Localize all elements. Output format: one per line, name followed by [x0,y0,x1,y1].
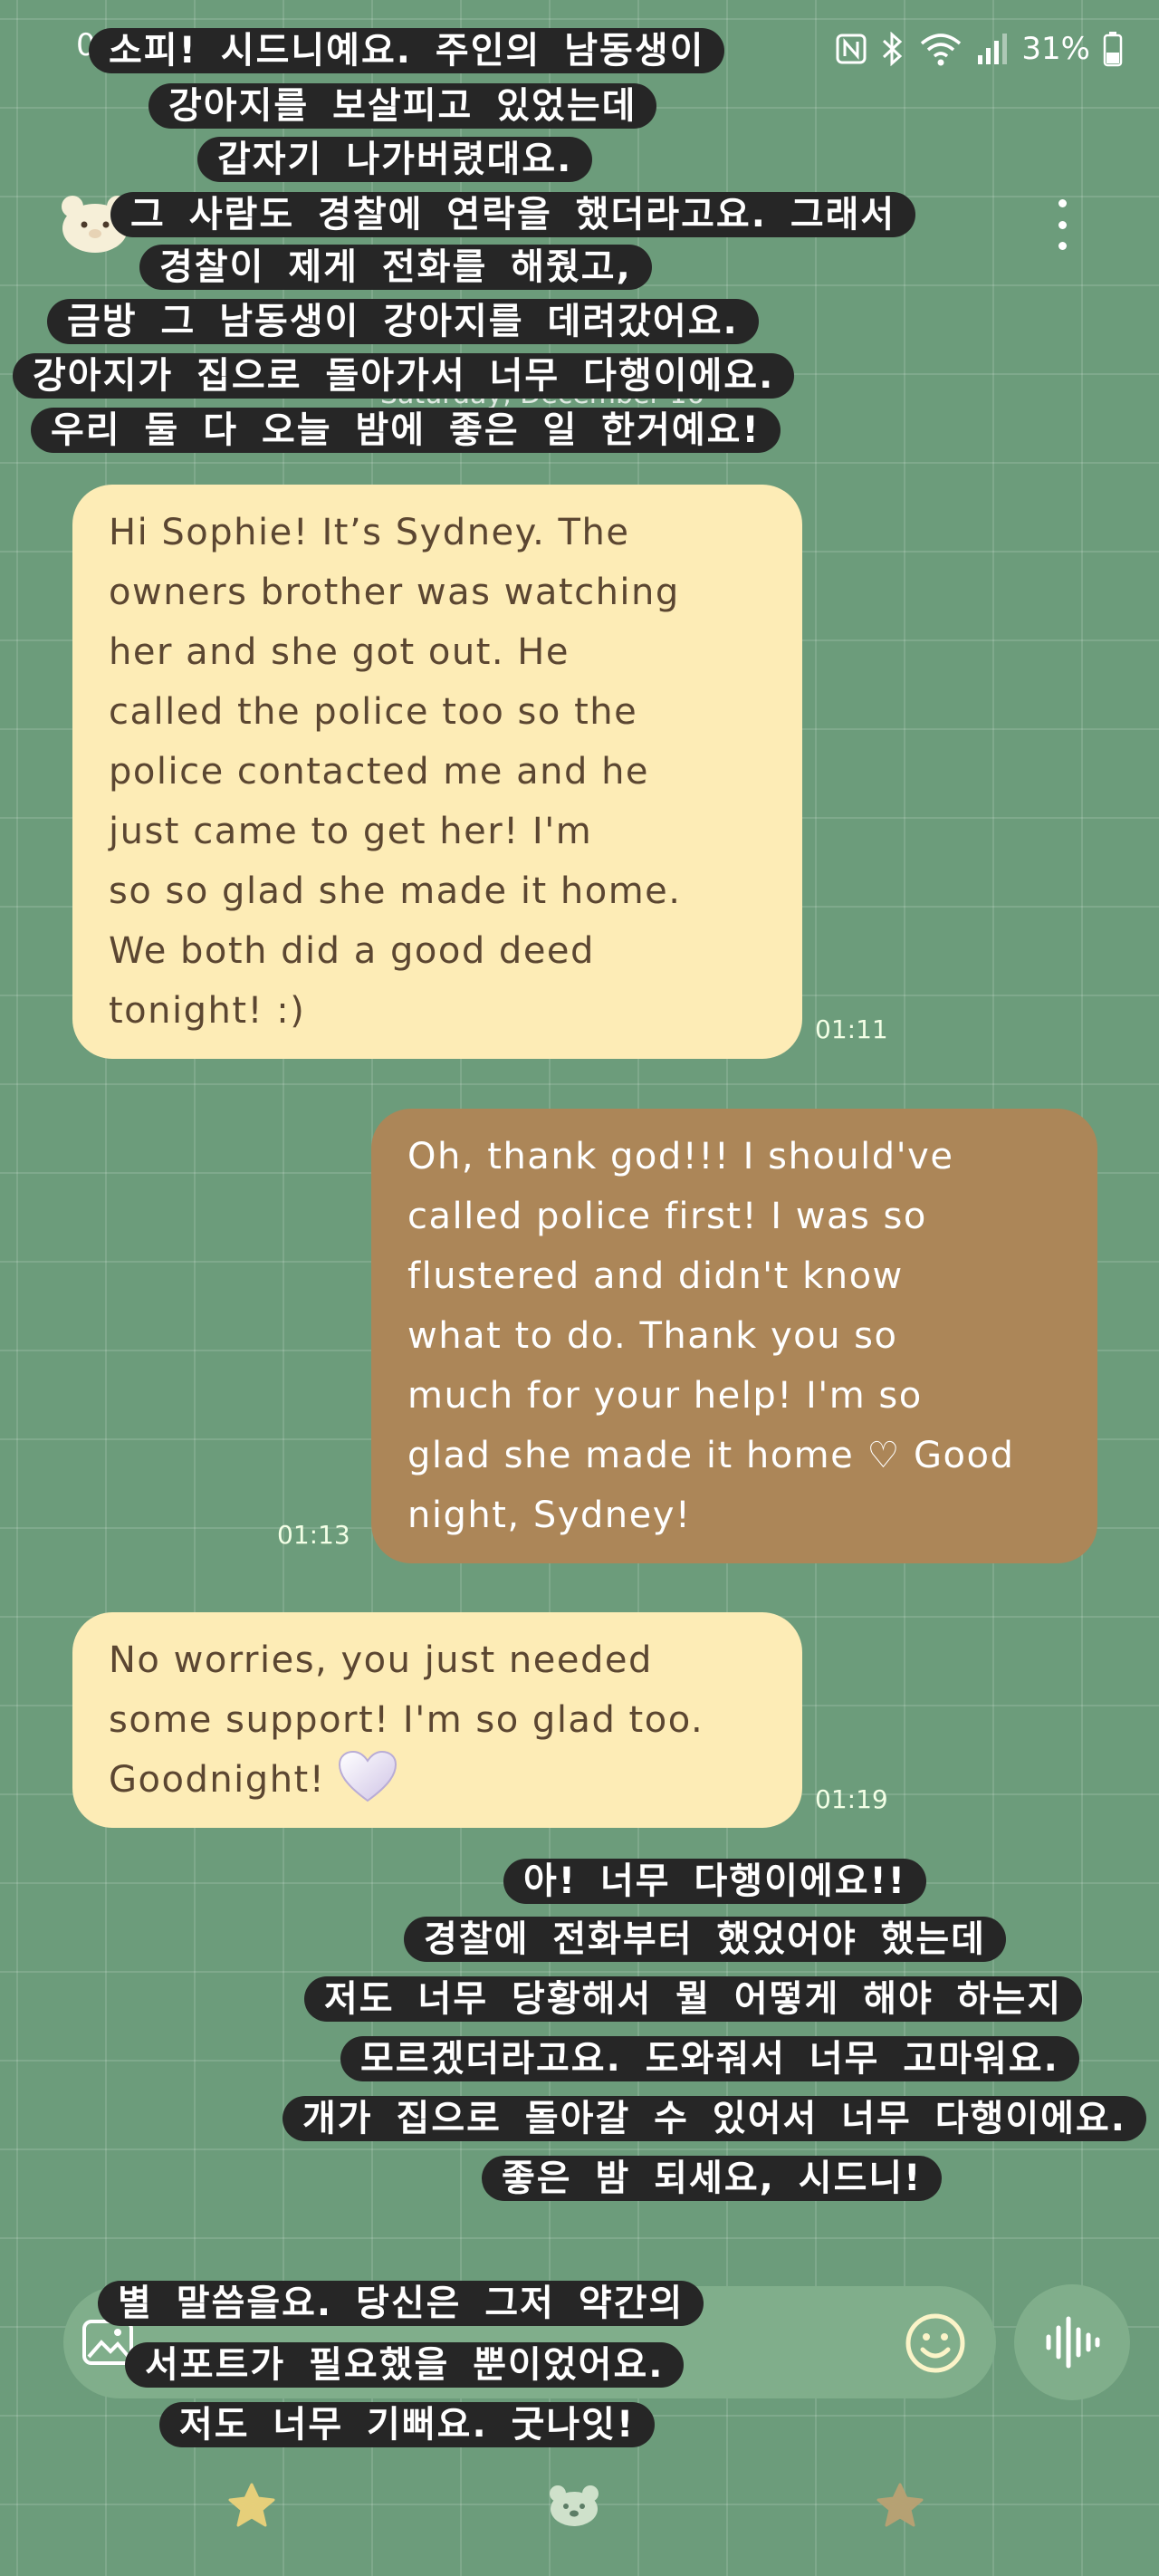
translation-line: 강아지를 보살피고 있었는데 [148,83,657,129]
translation-line: 개가 집으로 돌아갈 수 있어서 너무 다행이에요. [283,2096,1146,2141]
translation-line: 우리 둘 다 오늘 밤에 좋은 일 한거예요! [31,408,781,453]
battery-percent: 31% [1021,31,1090,67]
bluetooth-icon [883,32,903,66]
translation-line: 경찰이 제게 전화를 해줬고, [139,245,652,290]
nfc-icon [836,34,867,64]
translation-line: 금방 그 남동생이 강아지를 데려갔어요. [47,299,759,344]
white-heart-icon [339,1750,398,1802]
voice-wave-icon[interactable] [1014,2284,1130,2400]
battery-icon [1103,32,1123,67]
translation-line: 모르겠더라고요. 도와줘서 너무 고마워요. [340,2036,1079,2081]
message-time: 01:11 [815,1014,888,1044]
bear-icon[interactable] [547,2484,601,2531]
more-vertical-icon[interactable] [1056,199,1068,250]
star-icon[interactable] [875,2482,925,2533]
translation-line: 소피! 시드니예요. 주인의 남동생이 [89,28,725,73]
message-outgoing[interactable]: Oh, thank god!!! I should've called poli… [371,1109,1097,1563]
translation-line: 그 사람도 경찰에 연락을 했더라고요. 그래서 [110,192,916,237]
translation-line: 서포트가 필요했을 뿐이었어요. [125,2342,685,2388]
star-icon[interactable] [226,2482,277,2533]
message-text: No worries, you just needed some support… [109,1639,704,1801]
translation-line: 아! 너무 다행이에요!! [503,1859,926,1904]
translation-line: 좋은 밤 되세요, 시드니! [482,2156,943,2201]
translation-line: 저도 너무 기뻐요. 굿나잇! [159,2402,656,2447]
translation-line: 저도 너무 당황해서 뭘 어떻게 해야 하는지 [304,1976,1083,2022]
translation-line: 경찰에 전화부터 했었어야 했는데 [404,1917,1006,1962]
message-incoming[interactable]: Hi Sophie! It’s Sydney. The owners broth… [72,485,802,1059]
message-time: 01:13 [277,1520,350,1550]
message-time: 01:19 [815,1784,888,1814]
status-bar: 31% [835,25,1123,72]
translation-line: 별 말씀을요. 당신은 그저 약간의 [98,2281,704,2326]
bottom-nav [0,2473,1159,2536]
translation-line: 갑자기 나가버렸대요. [197,137,593,182]
signal-icon [978,34,1008,64]
message-incoming[interactable]: No worries, you just needed some support… [72,1612,802,1828]
translation-line: 강아지가 집으로 돌아가서 너무 다행이에요. [13,353,795,399]
emoji-icon[interactable] [904,2312,967,2375]
wifi-icon [921,34,962,66]
